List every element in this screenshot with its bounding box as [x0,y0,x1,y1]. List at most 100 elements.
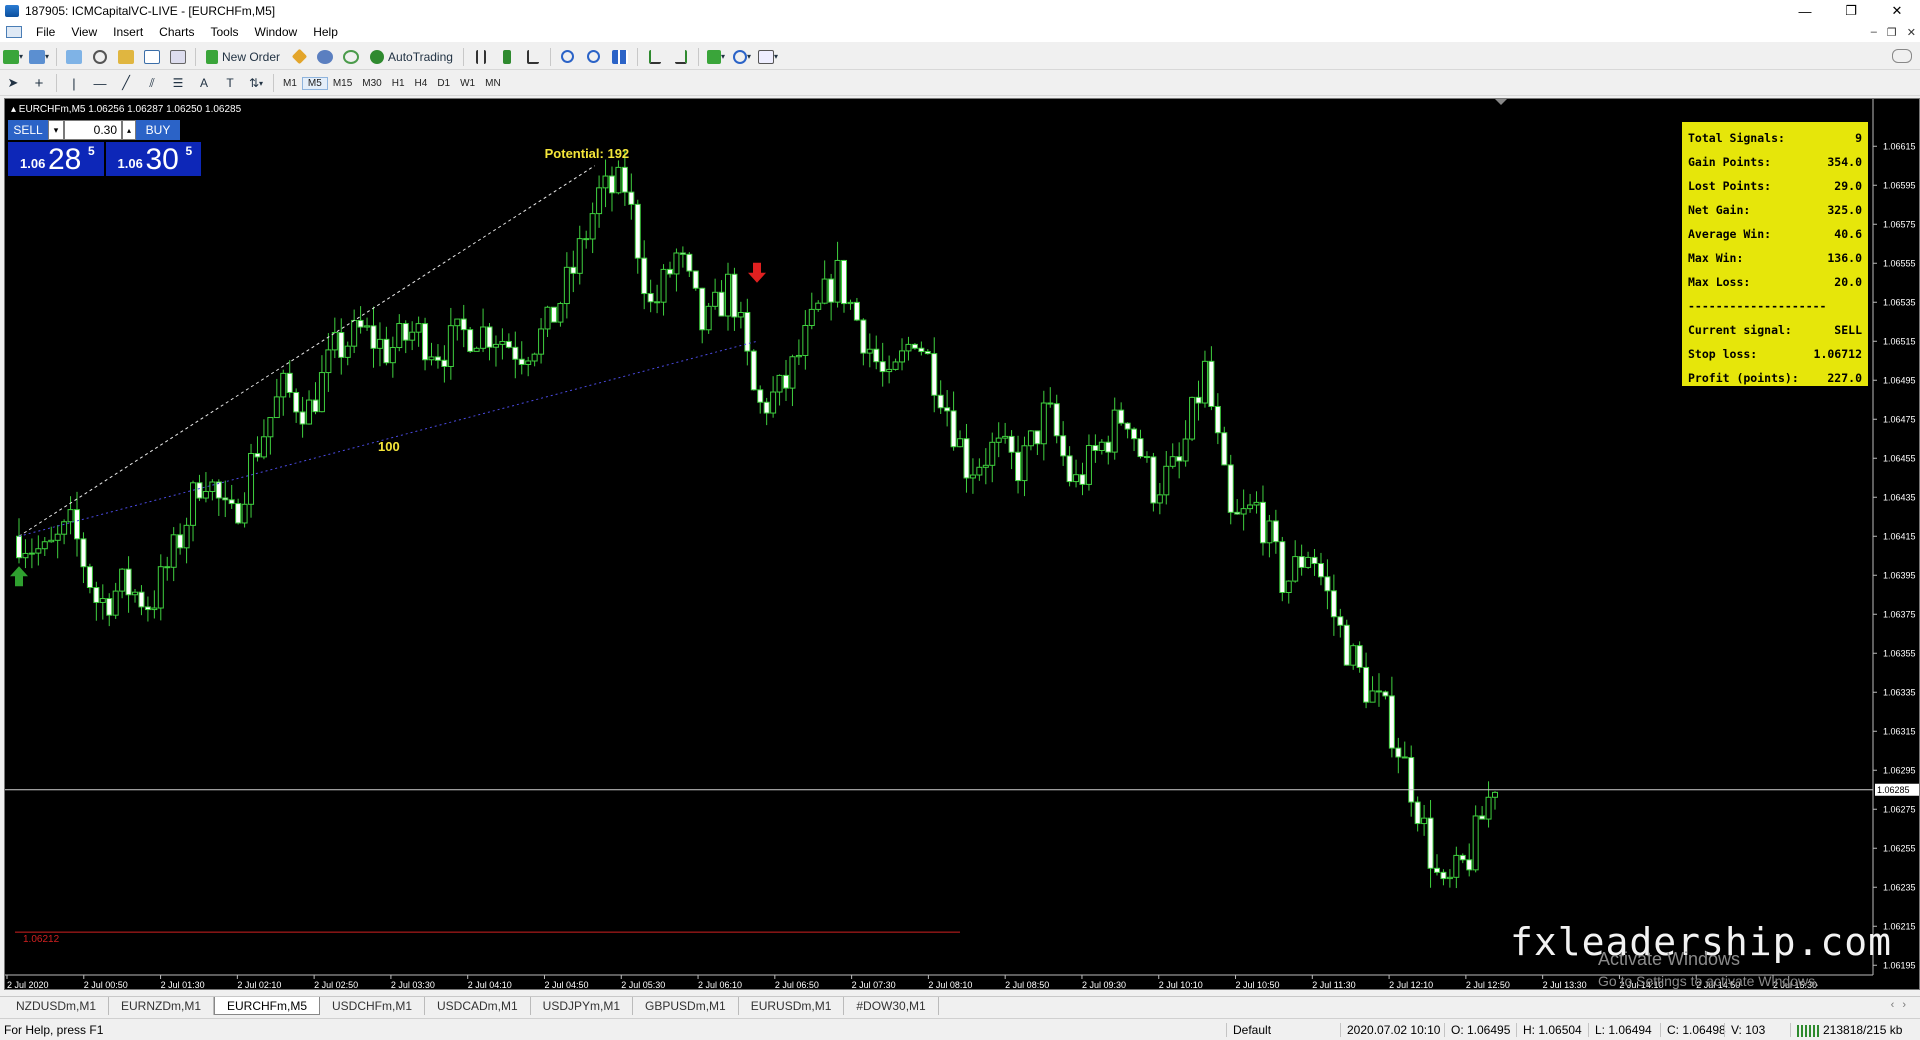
tab-eurchfm[interactable]: EURCHFm,M5 [214,997,320,1015]
zoom-out-button[interactable] [583,47,605,67]
equidistant-channel-tool[interactable]: ⫽ [141,73,163,93]
tab-scroll-arrows[interactable]: ‹› [1891,999,1914,1011]
auto-trading-button[interactable]: AutoTrading [366,47,457,67]
cursor-tool[interactable]: ➤ [2,73,24,93]
lot-dropdown[interactable]: ▾ [48,120,64,140]
candle-body [170,534,177,568]
text-tool[interactable]: A [193,73,215,93]
line-chart-button[interactable] [522,47,544,67]
candle-body [937,394,944,409]
tab-nzdusdm[interactable]: NZDUSDm,M1 [4,997,109,1015]
candle-body [841,259,848,305]
candlesticks-button[interactable] [496,47,518,67]
search-icon[interactable] [1864,49,1880,63]
sell-price-button[interactable]: 1.06 28 5 [8,142,104,176]
menu-insert[interactable]: Insert [105,25,151,39]
tab-usdjpym[interactable]: USDJPYm,M1 [531,997,634,1015]
fibonacci-tool[interactable]: ☰ [167,73,189,93]
tile-windows-button[interactable] [609,47,631,67]
stats-row: Max Win: 136.0 [1688,246,1862,270]
candle-body [1060,435,1067,457]
x-tick-label: 2 Jul 13:30 [1543,980,1587,990]
candle-body [396,323,403,349]
tab-gbpusdm[interactable]: GBPUSDm,M1 [633,997,739,1015]
tab-dow30[interactable]: #DOW30,M1 [844,997,939,1015]
lot-size-input[interactable]: 0.30 [64,120,122,140]
timeframe-m30[interactable]: M30 [357,78,386,89]
buy-button[interactable]: BUY [136,120,180,140]
stats-label: Max Loss: [1688,275,1751,289]
timeframe-mn[interactable]: MN [480,78,506,89]
market-watch-button[interactable] [63,47,85,67]
y-tick-label: 1.06255 [1883,843,1916,853]
line-studies-toolbar: ➤ + | — ╱ ⫽ ☰ A T ⇅ ▾ M1 M5 M15 M30 H1 H4… [0,71,1920,96]
tab-usdchfm[interactable]: USDCHFm,M1 [320,997,425,1015]
timeframe-h1[interactable]: H1 [387,78,410,89]
vertical-line-tool[interactable]: | [63,73,85,93]
bar-chart-button[interactable] [470,47,492,67]
autoscroll-button[interactable] [670,47,692,67]
crosshair-tool[interactable]: + [28,73,50,93]
x-tick-label: 2 Jul 06:50 [775,980,819,990]
timeframe-m5[interactable]: M5 [301,76,328,90]
arrows-tool[interactable]: ⇅ ▾ [245,73,267,93]
chat-icon[interactable] [1892,49,1912,63]
chart-window[interactable]: ▴ EURCHFm,M5 1.06256 1.06287 1.06250 1.0… [4,98,1920,990]
mdi-close-icon[interactable]: ✕ [1907,26,1916,39]
status-traffic: 213818/215 kb [1790,1023,1902,1037]
templates-button[interactable]: ▾ [757,47,779,67]
new-order-button[interactable]: New Order [202,47,284,67]
indicators-button[interactable]: ▾ [705,47,727,67]
strategy-tester-button[interactable] [167,47,189,67]
zoom-in-button[interactable] [557,47,579,67]
buy-price-button[interactable]: 1.06 30 5 [105,142,201,176]
timeframe-h4[interactable]: H4 [410,78,433,89]
horizontal-line-tool[interactable]: — [89,73,111,93]
tab-usdcadm[interactable]: USDCADm,M1 [425,997,531,1015]
maximize-button[interactable]: ❐ [1828,0,1874,22]
stats-row: Gain Points: 354.0 [1688,150,1862,174]
candle-body [409,331,416,341]
terminal-button[interactable] [141,47,163,67]
new-chart-button[interactable]: ▾ [2,47,24,67]
y-tick-label: 1.06475 [1883,414,1916,424]
signals-button[interactable] [314,47,336,67]
metaeditor-button[interactable] [288,47,310,67]
mdi-window-icon[interactable] [6,26,22,38]
candle-body [499,340,506,345]
timeframe-w1[interactable]: W1 [455,78,480,89]
trendline-tool[interactable]: ╱ [115,73,137,93]
menu-window[interactable]: Window [247,25,306,39]
menu-tools[interactable]: Tools [203,25,247,39]
mdi-minimize-icon[interactable]: – [1871,26,1877,38]
candle-body [254,452,261,458]
menu-view[interactable]: View [63,25,105,39]
mdi-restore-icon[interactable]: ❐ [1887,26,1897,39]
menu-charts[interactable]: Charts [151,25,202,39]
chart-shift-button[interactable] [644,47,666,67]
y-tick-label: 1.06515 [1883,336,1916,346]
data-window-button[interactable] [89,47,111,67]
profiles-button[interactable]: ▾ [28,47,50,67]
price-chart[interactable]: ▴ EURCHFm,M5 1.06256 1.06287 1.06250 1.0… [5,99,1920,990]
candle-body [383,338,390,364]
status-close: C: 1.06498 [1660,1023,1726,1037]
lot-spinner[interactable]: ▴ [122,120,136,140]
menu-file[interactable]: File [28,25,63,39]
minimize-button[interactable]: — [1782,0,1828,22]
timeframe-m1[interactable]: M1 [278,78,302,89]
timeframe-m15[interactable]: M15 [328,78,357,89]
periods-button[interactable]: ▾ [731,47,753,67]
menu-help[interactable]: Help [305,25,346,39]
timeframe-d1[interactable]: D1 [432,78,455,89]
navigator-button[interactable] [115,47,137,67]
candle-body [1266,520,1273,544]
candle-body [1182,438,1189,462]
candle-body [364,325,371,328]
close-button[interactable]: ✕ [1874,0,1920,22]
text-label-tool[interactable]: T [219,73,241,93]
sell-button[interactable]: SELL [8,120,48,140]
tab-eurnzdm[interactable]: EURNZDm,M1 [109,997,214,1015]
vps-button[interactable] [340,47,362,67]
tab-eurusdm[interactable]: EURUSDm,M1 [739,997,845,1015]
